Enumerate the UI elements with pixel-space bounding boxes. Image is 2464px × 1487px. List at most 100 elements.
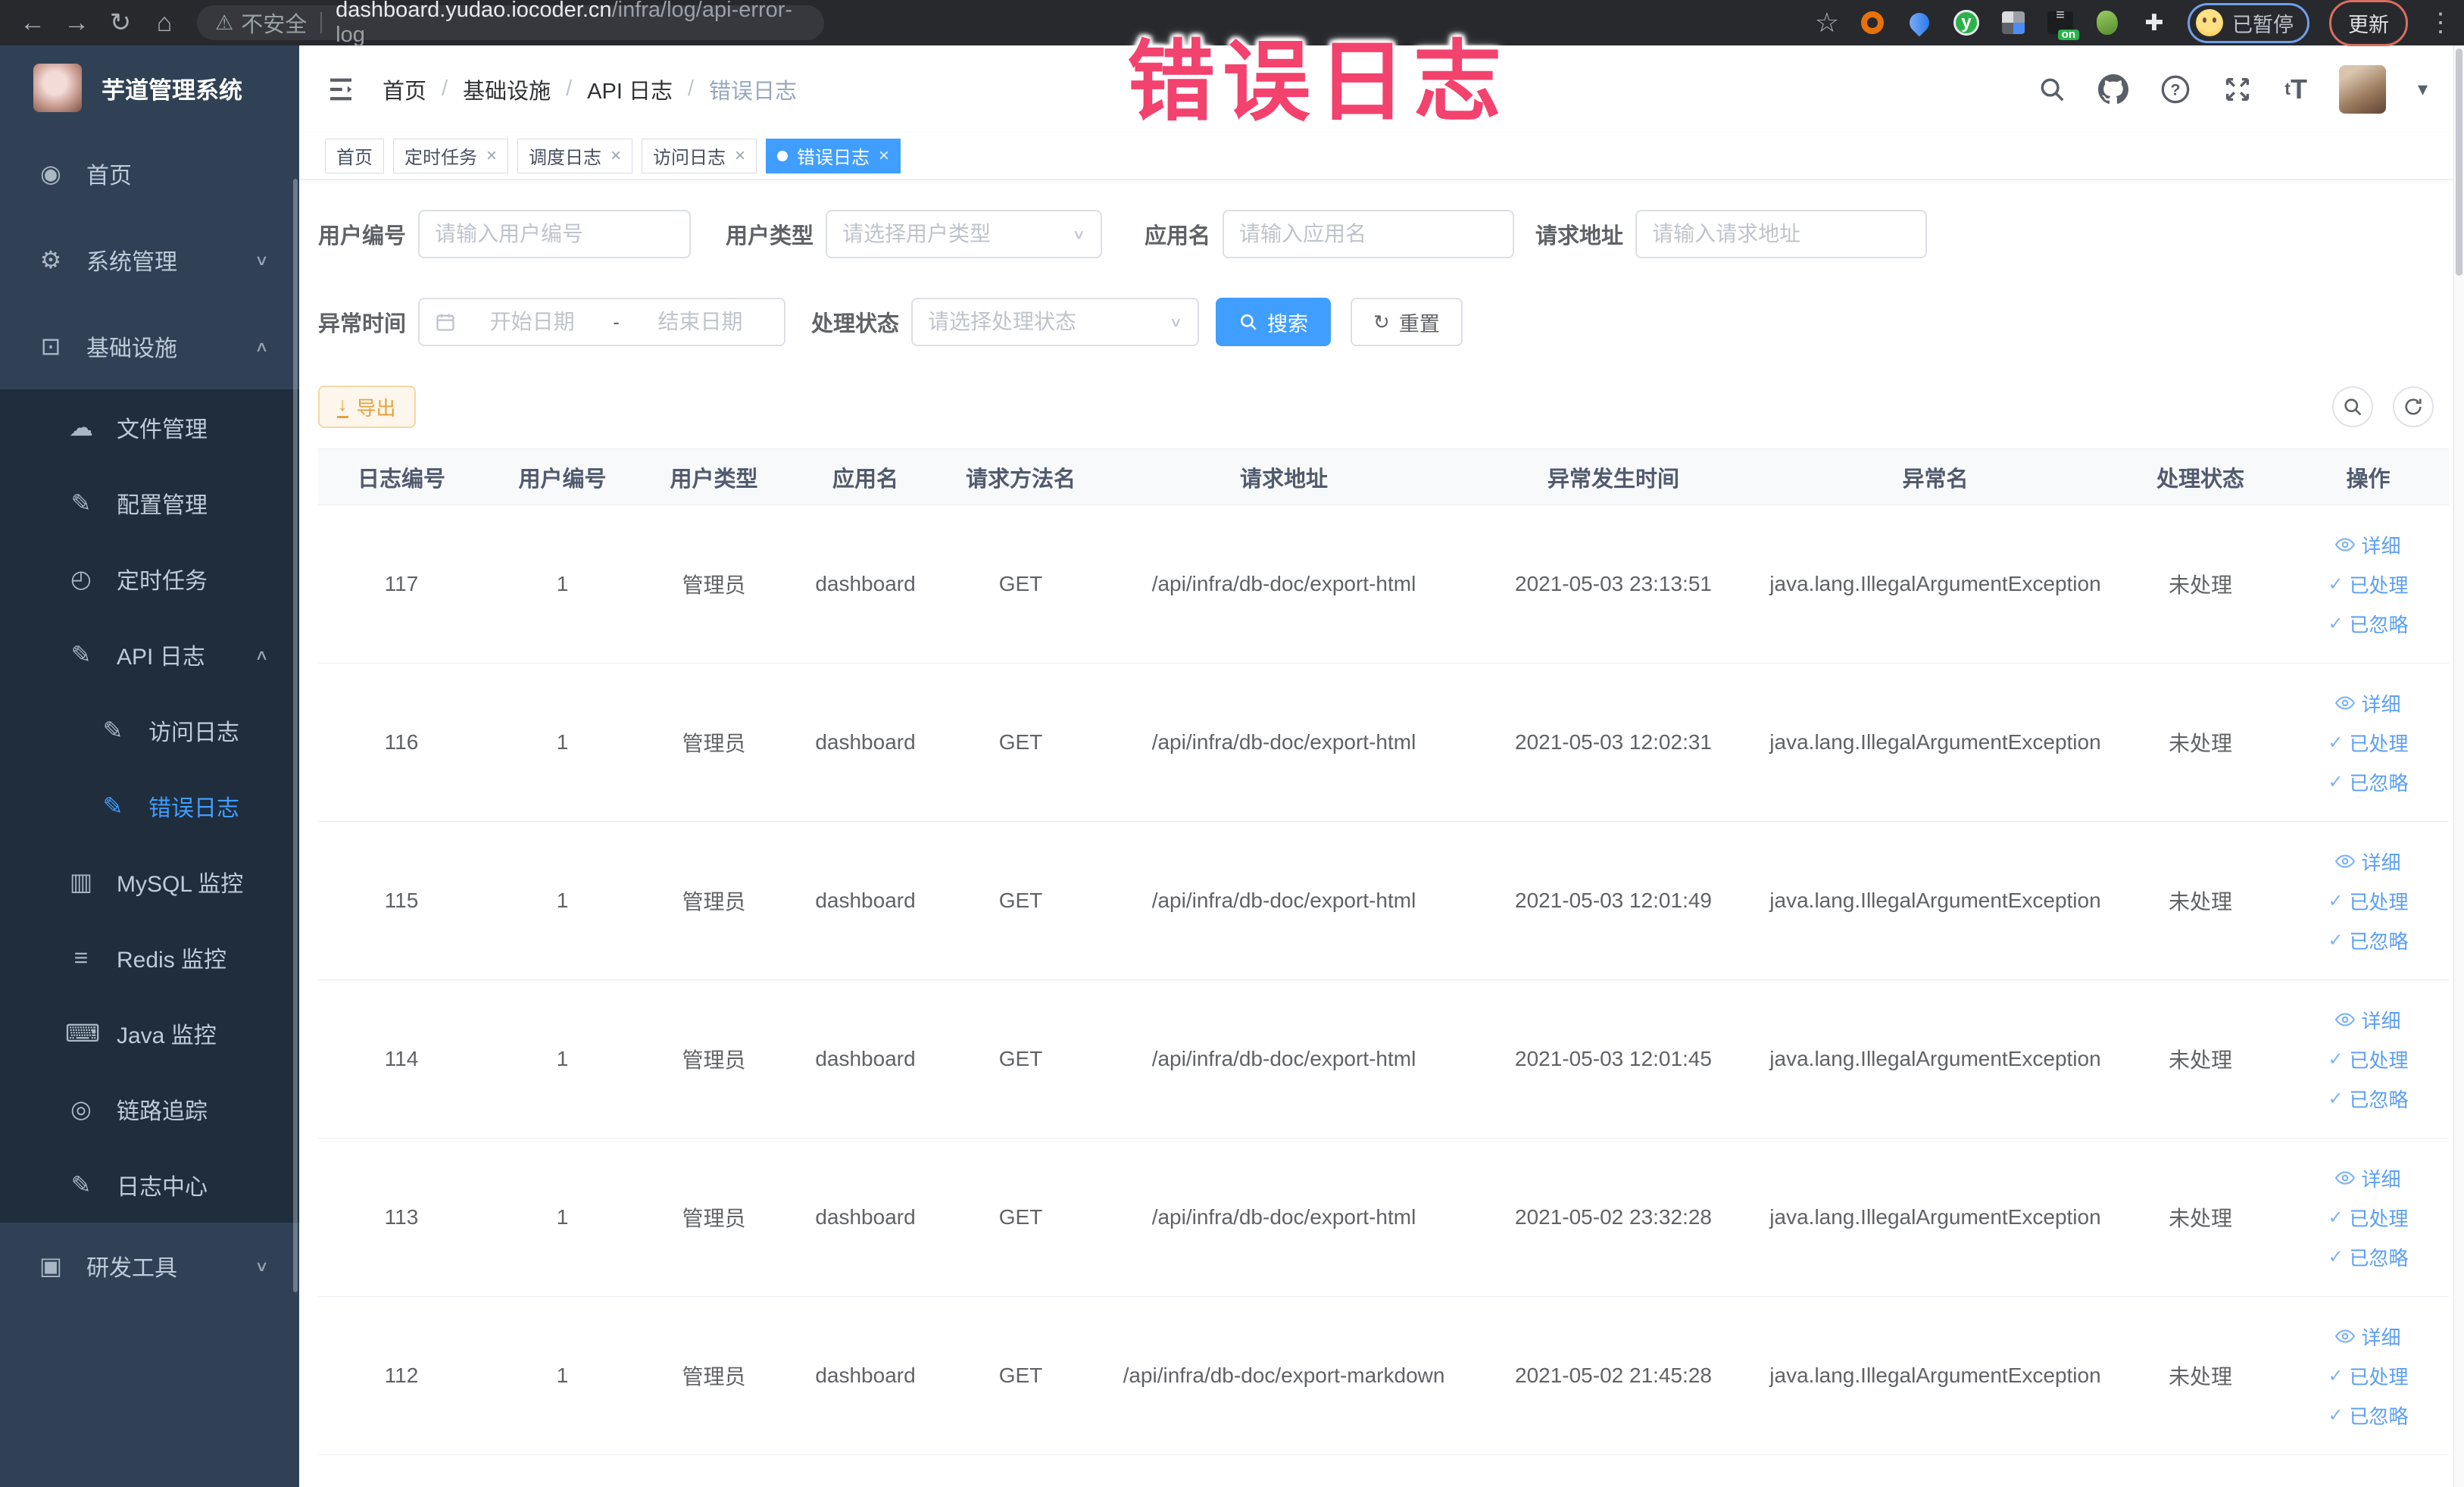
- sidebar-item-error-log[interactable]: ✎ 错误日志: [0, 768, 299, 844]
- eye-icon: [2335, 1010, 2356, 1029]
- sidebar-item-log-center[interactable]: ✎ 日志中心: [0, 1147, 299, 1223]
- search-icon[interactable]: [2038, 75, 2066, 104]
- search-toggle-button[interactable]: [2332, 386, 2373, 427]
- extension-drop-icon[interactable]: [1905, 8, 1934, 37]
- sidebar-item-label: 访问日志: [148, 720, 239, 745]
- user-type-select[interactable]: [842, 222, 1065, 246]
- help-icon[interactable]: ?: [2160, 74, 2191, 105]
- user-avatar[interactable]: [2338, 64, 2386, 114]
- scrollbar-thumb[interactable]: [2456, 48, 2462, 276]
- tab-定时任务[interactable]: 定时任务 ×: [393, 138, 509, 173]
- github-icon[interactable]: [2098, 73, 2129, 105]
- column-header: 日志编号: [318, 448, 485, 505]
- check-icon: ✓: [2328, 732, 2344, 753]
- extension-on-icon[interactable]: ≡ on: [2047, 8, 2079, 40]
- sidebar-item-access-log[interactable]: ✎ 访问日志: [0, 692, 299, 768]
- close-icon[interactable]: ×: [611, 145, 621, 167]
- action-label: 已忽略: [2349, 1088, 2409, 1111]
- extension-y-icon[interactable]: y: [1953, 9, 1980, 36]
- sidebar-item-home[interactable]: ◉ 首页: [0, 130, 299, 217]
- profile-paused-badge[interactable]: 已暂停: [2188, 2, 2309, 43]
- end-date-input[interactable]: [631, 310, 770, 334]
- refresh-table-button[interactable]: [2393, 386, 2434, 427]
- avatar-caret-icon[interactable]: ▾: [2418, 77, 2428, 101]
- cell-time: 2021-05-02 23:32:28: [1469, 1138, 1757, 1297]
- browser-menu-icon[interactable]: ⋮: [2428, 8, 2453, 38]
- extension-plant-icon[interactable]: [2094, 9, 2121, 36]
- date-range-picker[interactable]: -: [418, 298, 786, 346]
- detail-link[interactable]: 详细: [2294, 842, 2443, 881]
- processed-link[interactable]: ✓ 已处理: [2294, 1039, 2443, 1079]
- page-scrollbar[interactable]: [2453, 45, 2464, 1487]
- reset-button[interactable]: ↻ 重置: [1351, 298, 1463, 346]
- page-content: 用户编号 用户类型 ∨ 应用名 请求地址: [299, 180, 2453, 1487]
- detail-link[interactable]: 详细: [2294, 1000, 2443, 1039]
- sidebar-item-api-log[interactable]: ✎ API 日志 ∧: [0, 617, 299, 692]
- extension-ring-icon[interactable]: [1859, 9, 1886, 36]
- close-icon[interactable]: ×: [486, 145, 497, 167]
- app-logo: 芋道管理系统: [0, 45, 299, 130]
- back-icon[interactable]: ←: [11, 8, 55, 38]
- ignored-link[interactable]: ✓ 已忽略: [2294, 1237, 2443, 1276]
- export-button[interactable]: ↓ 导出: [318, 386, 416, 428]
- close-icon[interactable]: ×: [735, 145, 745, 167]
- search-button[interactable]: 搜索: [1216, 298, 1332, 346]
- detail-link[interactable]: 详细: [2294, 1317, 2443, 1356]
- cell-url: /api/infra/db-doc/export-markdown: [1098, 1296, 1469, 1455]
- ignored-link[interactable]: ✓ 已忽略: [2294, 1079, 2443, 1118]
- tab-调度日志[interactable]: 调度日志 ×: [517, 138, 633, 173]
- browser-update-button[interactable]: 更新: [2329, 0, 2408, 46]
- sidebar-item-infrastructure[interactable]: ⊡ 基础设施 ∧: [0, 303, 299, 389]
- fullscreen-icon[interactable]: [2222, 74, 2253, 105]
- breadcrumb-item[interactable]: 基础设施: [463, 73, 551, 105]
- breadcrumb-item[interactable]: 首页: [383, 73, 426, 105]
- url-bar[interactable]: ⚠ 不安全 dashboard.yudao.iocoder.cn/infra/l…: [197, 0, 824, 47]
- reload-icon[interactable]: ↻: [98, 8, 142, 38]
- process-status-select[interactable]: [928, 310, 1162, 334]
- sidebar-scrollbar[interactable]: [293, 179, 298, 1292]
- sidebar-item-config-management[interactable]: ✎ 配置管理: [0, 465, 299, 541]
- forward-icon[interactable]: →: [55, 8, 98, 38]
- sidebar-item-java-monitor[interactable]: ⌨ Java 监控: [0, 995, 299, 1071]
- extension-grid-icon[interactable]: [2000, 9, 2027, 36]
- bookmark-star-icon[interactable]: ☆: [1815, 7, 1839, 39]
- sidebar-item-file-management[interactable]: ☁ 文件管理: [0, 389, 299, 465]
- tab-首页[interactable]: 首页: [325, 138, 384, 173]
- request-url-input[interactable]: [1652, 222, 1911, 246]
- sidebar-toggle-icon[interactable]: [325, 73, 357, 105]
- sidebar-item-system[interactable]: ⚙ 系统管理 ∨: [0, 217, 299, 303]
- action-label: 详细: [2361, 534, 2401, 558]
- sidebar-item-dev-tools[interactable]: ▣ 研发工具 ∨: [0, 1223, 299, 1309]
- tab-错误日志[interactable]: 错误日志 ×: [766, 138, 901, 173]
- close-icon[interactable]: ×: [879, 145, 889, 167]
- sidebar-item-mysql-monitor[interactable]: ▥ MySQL 监控: [0, 844, 299, 920]
- cell-method: GET: [943, 1138, 1098, 1297]
- processed-link[interactable]: ✓ 已处理: [2294, 564, 2443, 604]
- ignored-link[interactable]: ✓ 已忽略: [2294, 762, 2443, 801]
- detail-link[interactable]: 详细: [2294, 525, 2443, 564]
- detail-link[interactable]: 详细: [2294, 683, 2443, 723]
- table-row: 112 1 管理员 dashboard GET/api/infra/db-doc/exp…: [318, 1296, 2449, 1455]
- sidebar-item-trace[interactable]: ◎ 链路追踪: [0, 1071, 299, 1147]
- cell-method: GET: [943, 821, 1098, 980]
- processed-link[interactable]: ✓ 已处理: [2294, 881, 2443, 920]
- font-size-icon[interactable]: tT: [2284, 73, 2307, 105]
- tab-访问日志[interactable]: 访问日志 ×: [642, 138, 757, 173]
- ignored-link[interactable]: ✓ 已忽略: [2294, 1395, 2443, 1435]
- home-icon[interactable]: ⌂: [142, 8, 186, 38]
- breadcrumb-item[interactable]: API 日志: [587, 73, 673, 105]
- ignored-link[interactable]: ✓ 已忽略: [2294, 604, 2443, 643]
- user-id-input[interactable]: [435, 222, 675, 246]
- processed-link[interactable]: ✓ 已处理: [2294, 1198, 2443, 1237]
- sidebar-item-scheduled-tasks[interactable]: ◴ 定时任务: [0, 541, 299, 617]
- ignored-link[interactable]: ✓ 已忽略: [2294, 920, 2443, 960]
- processed-link[interactable]: ✓ 已处理: [2294, 1356, 2443, 1395]
- detail-link[interactable]: 详细: [2294, 1158, 2443, 1198]
- app-name-input[interactable]: [1239, 222, 1498, 246]
- cell-status: 未处理: [2113, 505, 2288, 664]
- extensions-puzzle-icon[interactable]: ✚: [2141, 9, 2168, 36]
- start-date-input[interactable]: [464, 310, 601, 334]
- column-header: 异常名: [1757, 448, 2113, 505]
- processed-link[interactable]: ✓ 已处理: [2294, 723, 2443, 762]
- sidebar-item-redis-monitor[interactable]: ≡ Redis 监控: [0, 920, 299, 995]
